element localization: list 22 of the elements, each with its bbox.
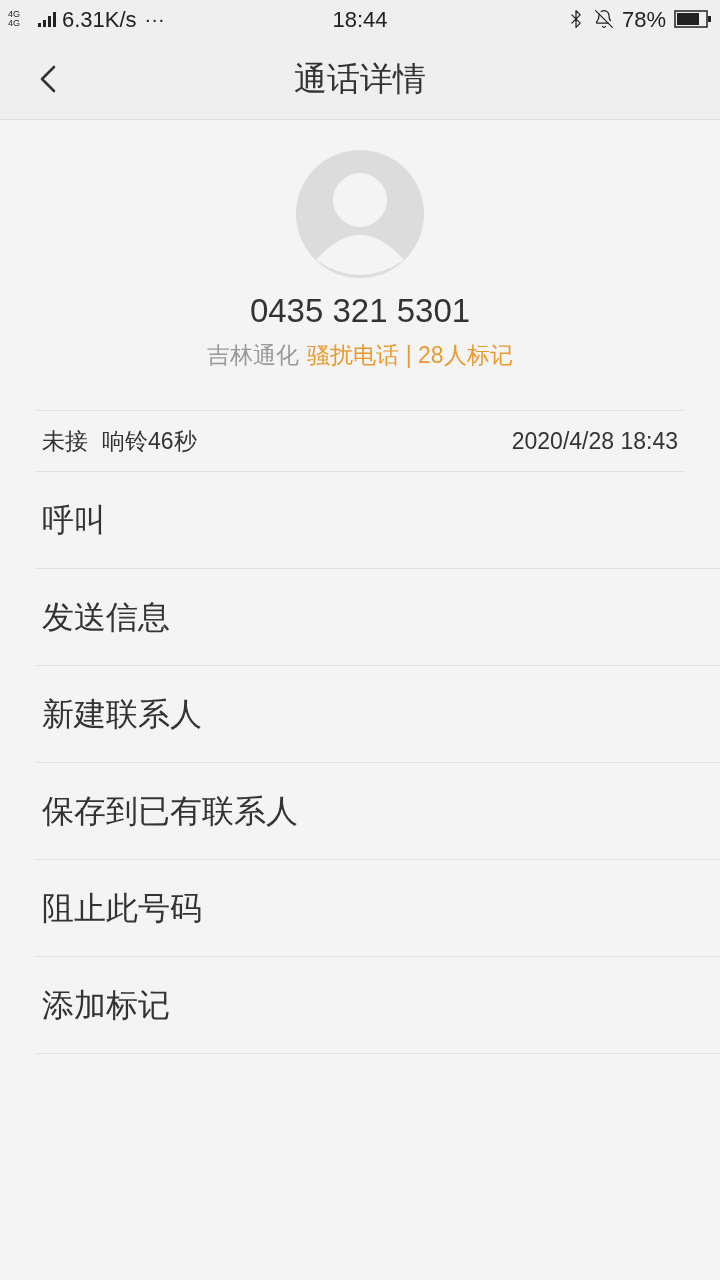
avatar-icon — [296, 150, 424, 278]
page-title: 通话详情 — [294, 58, 426, 99]
ring-duration: 响铃46秒 — [102, 426, 197, 456]
clock: 18:44 — [332, 5, 388, 34]
battery-percent: 78% — [621, 5, 666, 34]
action-item[interactable]: 阻止此号码 — [36, 860, 720, 957]
location: 吉林通化 — [207, 340, 300, 370]
call-status: 未接 — [42, 426, 88, 456]
spam-tag: 骚扰电话 | 28人标记 — [307, 337, 513, 372]
action-item[interactable]: 保存到已有联系人 — [36, 763, 720, 860]
more-indicator: ··· — [144, 7, 165, 32]
battery-icon — [674, 10, 712, 28]
phone-number: 0435 321 5301 — [249, 291, 471, 331]
action-item[interactable]: 添加标记 — [36, 957, 720, 1054]
signal-icon — [38, 11, 58, 27]
action-item[interactable]: 新建联系人 — [36, 666, 720, 763]
action-item[interactable]: 呼叫 — [36, 472, 720, 569]
network-type: 4G 4G — [8, 10, 21, 28]
network-speed: 6.31K/s — [62, 5, 137, 34]
action-item[interactable]: 发送信息 — [36, 569, 720, 666]
call-datetime: 2020/4/28 18:43 — [511, 426, 678, 456]
bell-off-icon — [593, 9, 614, 29]
